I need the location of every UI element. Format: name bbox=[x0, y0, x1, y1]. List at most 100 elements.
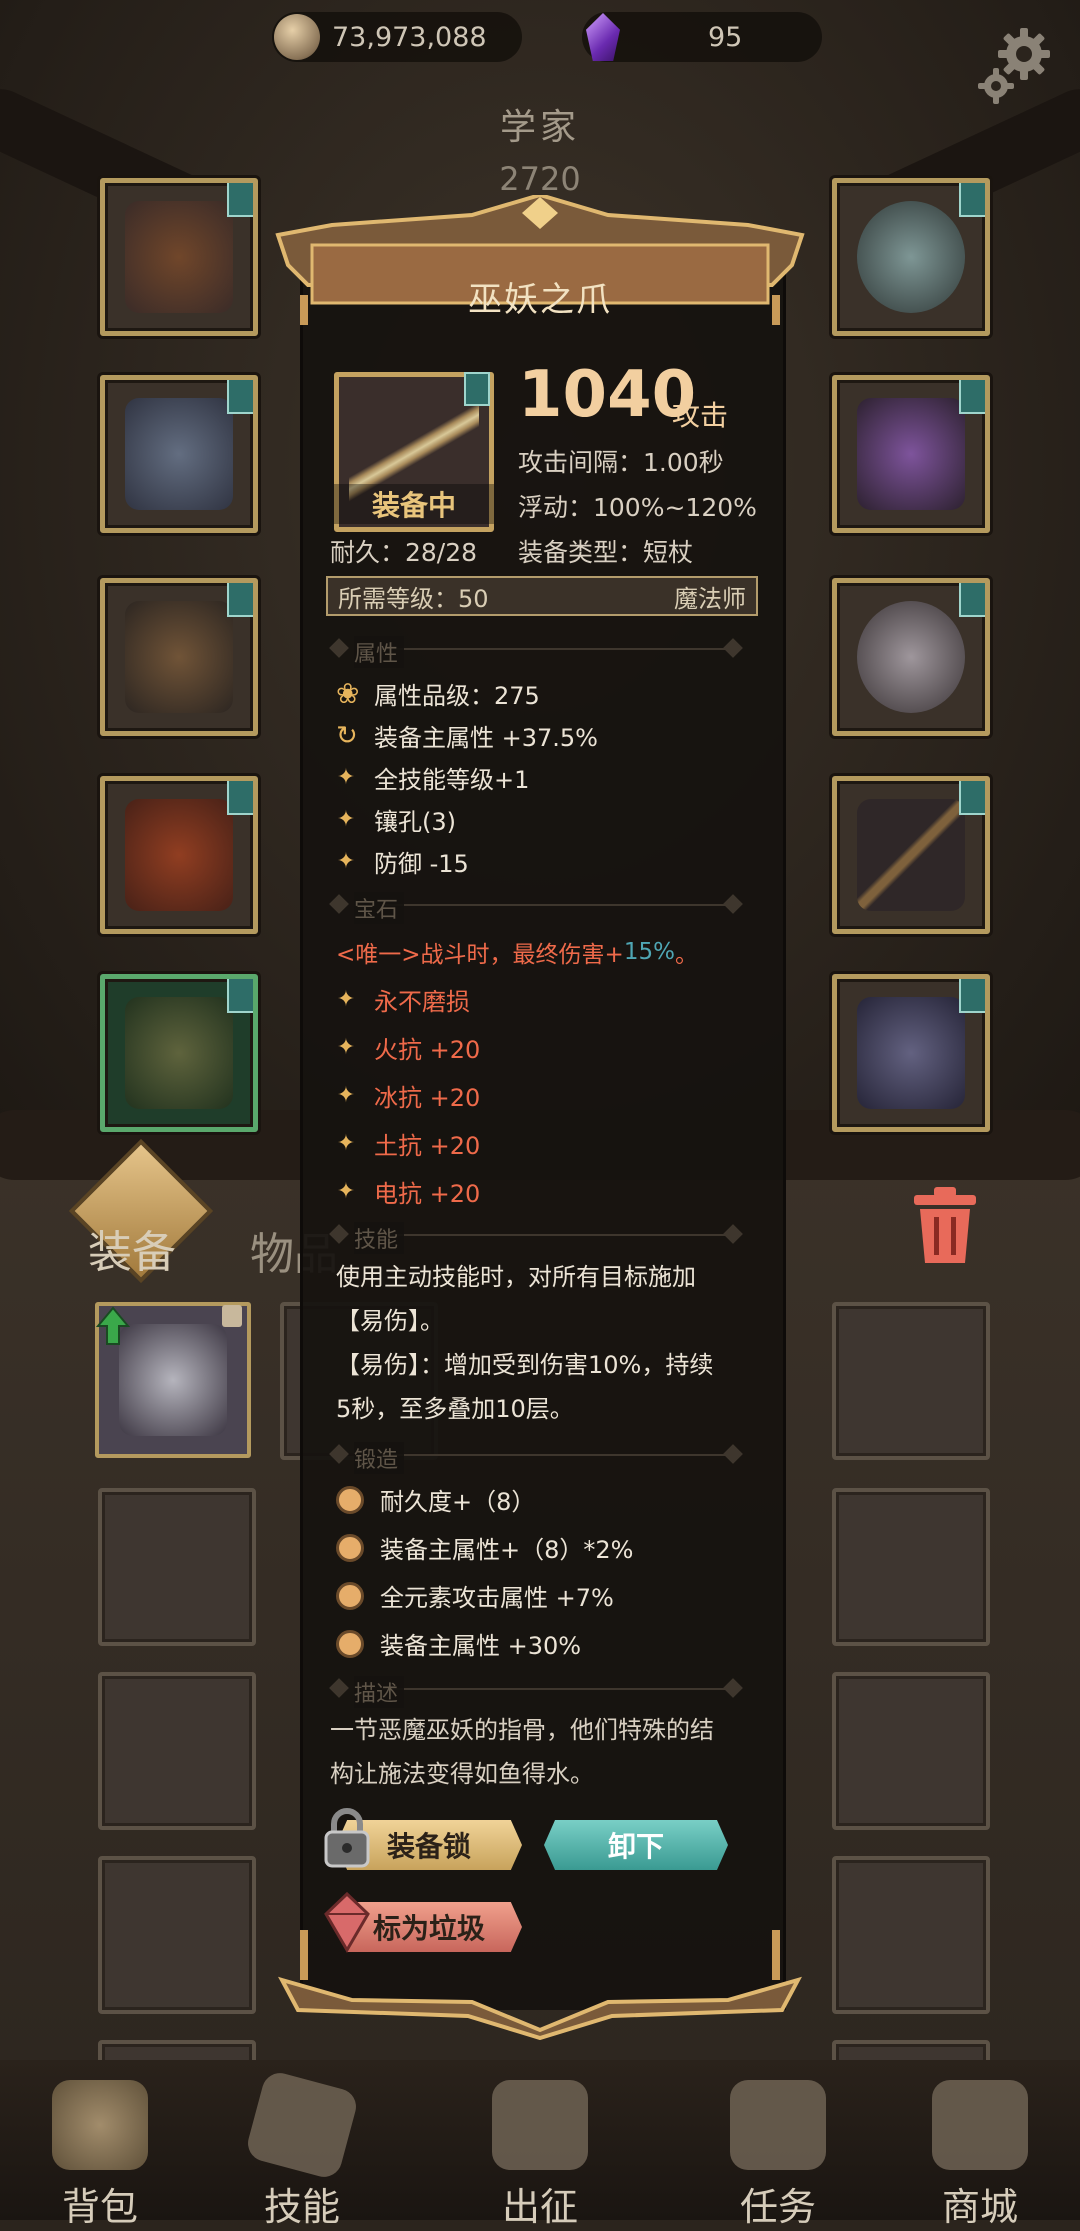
nav-quests-label: 任务 bbox=[739, 2185, 816, 2229]
staff-weapon-icon bbox=[857, 799, 965, 911]
ring-icon bbox=[857, 601, 965, 713]
equip-slot-pants[interactable] bbox=[100, 776, 258, 934]
star-icon: ✦ bbox=[336, 849, 356, 874]
slot-tag-icon bbox=[959, 781, 985, 815]
inventory-slot[interactable] bbox=[98, 1856, 256, 2014]
inventory-slot[interactable] bbox=[832, 1302, 990, 1460]
skill-line: 【易伤】。 bbox=[336, 1307, 444, 1335]
inventory-slot[interactable] bbox=[98, 1488, 256, 1646]
pants-icon bbox=[125, 799, 233, 911]
nav-quests[interactable]: 任务 bbox=[698, 2080, 858, 2229]
belt-armor-icon bbox=[857, 997, 965, 1109]
forge-effect-row: 装备主属性 +30% bbox=[336, 1626, 581, 1661]
attr-quality: 属性品级：275 bbox=[374, 682, 540, 710]
gem-amount: 95 bbox=[708, 21, 743, 53]
section-description-title: 描述 bbox=[354, 1676, 405, 1708]
nav-expedition[interactable]: 出征 bbox=[460, 2080, 620, 2229]
crown-shop-icon bbox=[932, 2080, 1028, 2170]
section-attributes-title: 属性 bbox=[354, 636, 405, 668]
forge-effect: 装备主属性+（8）*2% bbox=[380, 1536, 634, 1564]
equip-slot-amulet[interactable] bbox=[832, 178, 990, 336]
gear-icon[interactable] bbox=[972, 24, 1056, 108]
gem-effect: 火抗 +20 bbox=[374, 1036, 481, 1064]
equip-slot-gloves[interactable] bbox=[100, 578, 258, 736]
gem-effect: 电抗 +20 bbox=[374, 1180, 481, 1208]
section-gems: 宝石 bbox=[329, 892, 750, 924]
required-class: 魔法师 bbox=[674, 584, 746, 613]
tab-equipment[interactable]: 装备 bbox=[88, 1216, 176, 1280]
popup-bottom-frame bbox=[278, 1930, 802, 2040]
backpack-icon bbox=[52, 2080, 148, 2170]
gem-effect-row: ✦ 永不磨损 bbox=[336, 982, 470, 1017]
slot-tag-icon bbox=[464, 372, 490, 406]
slot-tag-icon bbox=[959, 183, 985, 217]
section-gems-title: 宝石 bbox=[354, 892, 405, 924]
skill-line: 5秒，至多叠加10层。 bbox=[336, 1395, 574, 1423]
required-level: 所需等级：50 bbox=[338, 584, 489, 613]
slot-tag-icon bbox=[227, 781, 253, 815]
item-description: 一节恶魔巫妖的指骨，他们特殊的结 构让施法变得如鱼得水。 bbox=[330, 1708, 750, 1796]
attr-main: 装备主属性 +37.5% bbox=[374, 724, 598, 752]
nav-skills-label: 技能 bbox=[263, 2185, 340, 2229]
scroll-icon bbox=[730, 2080, 826, 2170]
unequip-button[interactable]: 卸下 bbox=[544, 1820, 728, 1870]
equip-slot-offhand[interactable] bbox=[832, 375, 990, 533]
inventory-slot[interactable] bbox=[832, 1856, 990, 2014]
unique-effect-suffix: 。 bbox=[674, 942, 698, 968]
equip-slot-helmet[interactable] bbox=[100, 178, 258, 336]
durability: 耐久：28/28 bbox=[330, 538, 478, 567]
gem-effect: 永不磨损 bbox=[374, 988, 470, 1016]
gold-currency: 73,973,088 bbox=[272, 12, 522, 62]
requirement-bar: 所需等级：50 魔法师 bbox=[326, 576, 758, 616]
section-forge-title: 锻造 bbox=[354, 1442, 405, 1474]
forge-effect: 装备主属性 +30% bbox=[380, 1632, 582, 1660]
amulet-icon bbox=[857, 201, 965, 313]
slot-tag-icon bbox=[959, 583, 985, 617]
star-icon: ✦ bbox=[336, 807, 356, 832]
skull-offhand-icon bbox=[857, 398, 965, 510]
equip-slot-boots[interactable] bbox=[100, 974, 258, 1132]
slot-tag-icon bbox=[959, 979, 985, 1013]
attr-defense: 防御 -15 bbox=[374, 850, 469, 878]
inventory-slot[interactable] bbox=[98, 1672, 256, 1830]
character-class-name: 学家 bbox=[499, 107, 580, 148]
star-icon: ✦ bbox=[336, 1083, 356, 1108]
nav-shop[interactable]: 商城 bbox=[900, 2080, 1060, 2229]
equip-lock-label: 装备锁 bbox=[386, 1830, 471, 1863]
equip-slot-ring[interactable] bbox=[832, 578, 990, 736]
lock-icon bbox=[222, 1305, 242, 1327]
equip-slot-weapon[interactable] bbox=[832, 776, 990, 934]
inventory-slot[interactable] bbox=[832, 1488, 990, 1646]
skill-description: 使用主动技能时，对所有目标施加 【易伤】。 【易伤】：增加受到伤害10%，持续 … bbox=[336, 1255, 756, 1431]
equip-slot-belt[interactable] bbox=[832, 974, 990, 1132]
attack-unit: 攻击 bbox=[672, 399, 729, 432]
map-sword-icon bbox=[492, 2080, 588, 2170]
gem-currency: 95 bbox=[582, 12, 822, 62]
equip-slot-armor[interactable] bbox=[100, 375, 258, 533]
star-icon: ✦ bbox=[336, 1131, 356, 1156]
section-skill: 技能 bbox=[329, 1222, 750, 1254]
item-name: 巫妖之爪 bbox=[468, 280, 612, 320]
star-icon: ✦ bbox=[336, 765, 356, 790]
nav-bag-label: 背包 bbox=[61, 2185, 138, 2229]
nav-bag[interactable]: 背包 bbox=[20, 2080, 180, 2229]
hooded-helmet-icon bbox=[125, 201, 233, 313]
gold-amount: 73,973,088 bbox=[332, 21, 487, 53]
slot-tag-icon bbox=[227, 583, 253, 617]
attr-defense-row: ✦ 防御 -15 bbox=[336, 844, 469, 879]
equipped-status-label: 装备中 bbox=[334, 484, 494, 524]
section-skill-title: 技能 bbox=[354, 1222, 405, 1254]
nav-skills[interactable]: 技能 bbox=[222, 2069, 382, 2229]
attr-skill-row: ✦ 全技能等级+1 bbox=[336, 760, 530, 795]
lotus-icon: ❀ bbox=[336, 677, 360, 710]
star-icon: ✦ bbox=[336, 1179, 356, 1204]
trash-icon[interactable] bbox=[910, 1185, 980, 1265]
boots-icon bbox=[125, 997, 233, 1109]
slot-tag-icon bbox=[227, 979, 253, 1013]
description-line: 一节恶魔巫妖的指骨，他们特殊的结 bbox=[330, 1716, 714, 1744]
slot-tag-icon bbox=[227, 183, 253, 217]
gem-effect-row: ✦ 土抗 +20 bbox=[336, 1126, 481, 1161]
forge-dot-icon bbox=[336, 1485, 364, 1514]
purple-gem-icon bbox=[586, 13, 620, 61]
inventory-slot[interactable] bbox=[832, 1672, 990, 1830]
